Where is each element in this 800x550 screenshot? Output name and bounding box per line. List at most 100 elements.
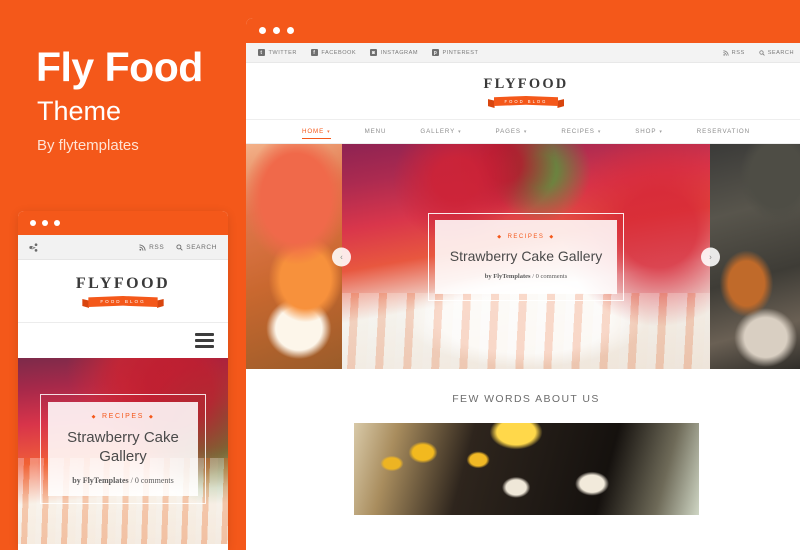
desktop-logo-ribbon: FOOD BLOG: [487, 96, 565, 108]
restaurant-interior-image: [353, 423, 699, 515]
about-section: FEW WORDS ABOUT US: [246, 369, 800, 515]
mobile-window-chrome: [18, 211, 228, 235]
nav-item-shop[interactable]: SHOP ▾: [618, 120, 680, 143]
instagram-icon: ◙: [370, 49, 378, 56]
ribbon-tail-left: [82, 299, 90, 308]
mobile-hero-title[interactable]: Strawberry Cake Gallery: [48, 429, 198, 466]
slide-category[interactable]: ◆ RECIPES ◆: [497, 234, 555, 240]
main-navigation: HOME ▾ MENU GALLERY ▾ PAGES ▾ RECIPES ▾ …: [246, 119, 800, 144]
screenshot-root: Fly Food Theme By flytemplates RSS SEARC…: [0, 0, 800, 550]
mobile-hero-caption: ◆ RECIPES ◆ Strawberry Cake Gallery by F…: [40, 394, 206, 504]
share-icon[interactable]: [29, 242, 38, 252]
slide-author[interactable]: by FlyTemplates: [485, 273, 531, 280]
desktop-topbar: t TWITTER f FACEBOOK ◙ INSTAGRAM p PINTE…: [246, 43, 800, 63]
window-dot-close[interactable]: [30, 220, 36, 226]
hamburger-icon[interactable]: [195, 333, 214, 348]
chevron-down-icon: ▾: [458, 128, 462, 135]
diamond-icon-right: ◆: [549, 233, 555, 240]
nav-item-menu[interactable]: MENU: [348, 120, 404, 143]
desktop-search-label: SEARCH: [767, 49, 794, 56]
about-heading: FEW WORDS ABOUT US: [452, 393, 600, 405]
nav-item-gallery[interactable]: GALLERY ▾: [403, 120, 478, 143]
desktop-search-link[interactable]: SEARCH: [759, 50, 794, 56]
mobile-topbar: RSS SEARCH: [18, 235, 228, 260]
social-label-twitter: TWITTER: [268, 49, 297, 56]
window-dot-minimize[interactable]: [273, 27, 280, 34]
nav-label-home: HOME: [301, 128, 325, 135]
nav-label-recipes: RECIPES: [561, 128, 595, 135]
desktop-preview-window: t TWITTER f FACEBOOK ◙ INSTAGRAM p PINTE…: [246, 18, 800, 550]
chevron-down-icon: ▾: [659, 128, 663, 135]
social-link-instagram[interactable]: ◙ INSTAGRAM: [370, 49, 418, 56]
ribbon-tail-left: [487, 99, 495, 108]
social-link-pinterest[interactable]: p PINTEREST: [431, 49, 479, 56]
nav-item-pages[interactable]: PAGES ▾: [479, 120, 545, 143]
slide-caption: ◆ RECIPES ◆ Strawberry Cake Gallery by F…: [428, 212, 624, 301]
mobile-hero-category[interactable]: ◆ RECIPES ◆: [92, 413, 155, 420]
slide-title[interactable]: Strawberry Cake Gallery: [450, 248, 603, 264]
slide-salmon-sushi[interactable]: [246, 144, 342, 369]
slide-image-salmon-sushi: [246, 144, 342, 369]
hero-slider: ◆ RECIPES ◆ Strawberry Cake Gallery by F…: [246, 144, 800, 369]
social-link-facebook[interactable]: f FACEBOOK: [310, 49, 357, 56]
facebook-icon: f: [310, 49, 318, 56]
mobile-rss-link[interactable]: RSS: [139, 244, 164, 251]
mobile-hero-meta: by FlyTemplates / 0 comments: [72, 476, 173, 485]
mobile-navbar: [18, 322, 228, 358]
slide-strawberry-cake[interactable]: ◆ RECIPES ◆ Strawberry Cake Gallery by F…: [342, 144, 710, 369]
ribbon-tail-right: [557, 99, 565, 108]
nav-item-reservation[interactable]: RESERVATION: [680, 120, 767, 143]
nav-label-reservation: RESERVATION: [696, 128, 751, 135]
mobile-hero-category-label: RECIPES: [102, 413, 144, 421]
desktop-logo-text: FLYFOOD: [483, 76, 569, 92]
nav-item-home[interactable]: HOME ▾: [285, 120, 348, 143]
diamond-icon-left: ◆: [91, 413, 98, 420]
nav-label-menu: MENU: [364, 128, 387, 135]
mobile-search-label: SEARCH: [186, 243, 217, 251]
chevron-down-icon: ▾: [523, 128, 528, 135]
nav-label-pages: PAGES: [495, 128, 521, 135]
ribbon-tail-right: [156, 299, 164, 308]
slide-image-chef-cooking: [710, 144, 800, 369]
mobile-logo[interactable]: FLYFOOD FOOD BLOG: [18, 260, 228, 322]
window-dot-maximize[interactable]: [287, 27, 294, 34]
slide-meta: by FlyTemplates / 0 comments: [485, 273, 567, 280]
promo-byline: By flytemplates: [37, 137, 139, 154]
mobile-logo-ribbon: FOOD BLOG: [82, 296, 164, 308]
slider-prev-button[interactable]: ‹: [332, 247, 351, 266]
desktop-rss-label: RSS: [731, 49, 745, 56]
slide-chef-cooking[interactable]: [710, 144, 800, 369]
nav-label-gallery: GALLERY: [420, 128, 456, 135]
social-label-pinterest: PINTEREST: [442, 49, 479, 56]
mobile-hero-author[interactable]: by FlyTemplates: [72, 476, 128, 485]
mobile-footer-strip: [18, 544, 228, 550]
promo-subtitle: Theme: [37, 96, 122, 126]
desktop-logo[interactable]: FLYFOOD FOOD BLOG: [246, 63, 800, 119]
twitter-icon: t: [258, 49, 265, 56]
mobile-ribbon-text: FOOD BLOG: [88, 296, 158, 307]
window-dot-maximize[interactable]: [54, 220, 60, 226]
slider-next-button[interactable]: ›: [701, 247, 720, 266]
promo-title: Fly Food: [36, 44, 203, 90]
slide-comments[interactable]: / 0 comments: [532, 273, 567, 280]
desktop-rss-link[interactable]: RSS: [723, 50, 745, 56]
social-link-twitter[interactable]: t TWITTER: [258, 49, 297, 56]
diamond-icon-left: ◆: [497, 233, 503, 240]
window-dot-close[interactable]: [259, 27, 266, 34]
desktop-window-chrome: [246, 18, 800, 43]
social-label-instagram: INSTAGRAM: [380, 49, 418, 56]
mobile-search-link[interactable]: SEARCH: [176, 244, 217, 251]
mobile-rss-label: RSS: [149, 243, 165, 251]
diamond-icon-right: ◆: [148, 413, 155, 420]
mobile-preview-window: RSS SEARCH FLYFOOD FOOD BLOG ◆ RECIPES ◆…: [18, 211, 228, 550]
pinterest-icon: p: [431, 49, 439, 56]
mobile-hero-comments[interactable]: / 0 comments: [131, 476, 174, 485]
mobile-logo-text: FLYFOOD: [75, 275, 171, 292]
mobile-hero-slide[interactable]: ◆ RECIPES ◆ Strawberry Cake Gallery by F…: [18, 358, 228, 544]
chevron-down-icon: ▾: [597, 128, 602, 135]
nav-item-recipes[interactable]: RECIPES ▾: [544, 120, 618, 143]
slide-category-label: RECIPES: [507, 233, 545, 240]
window-dot-minimize[interactable]: [42, 220, 48, 226]
nav-label-shop: SHOP: [635, 128, 657, 135]
social-label-facebook: FACEBOOK: [321, 49, 357, 56]
